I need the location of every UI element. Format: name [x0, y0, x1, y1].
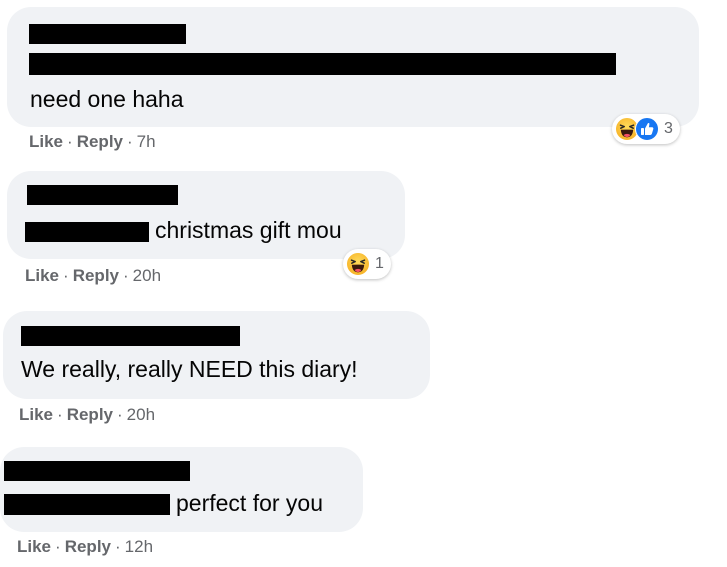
comment-timestamp[interactable]: 12h [125, 537, 153, 556]
redacted-tagged-name [4, 494, 170, 515]
comment-text: perfect for you [176, 490, 324, 516]
separator: · [55, 537, 61, 556]
comment-4: perfect for you Like · Reply · 12h [0, 0, 727, 567]
redacted-author-name [4, 461, 190, 481]
separator: · [115, 537, 121, 556]
like-button[interactable]: Like [17, 537, 51, 556]
reply-button[interactable]: Reply [65, 537, 111, 556]
comment-actions: Like · Reply · 12h [17, 537, 153, 557]
